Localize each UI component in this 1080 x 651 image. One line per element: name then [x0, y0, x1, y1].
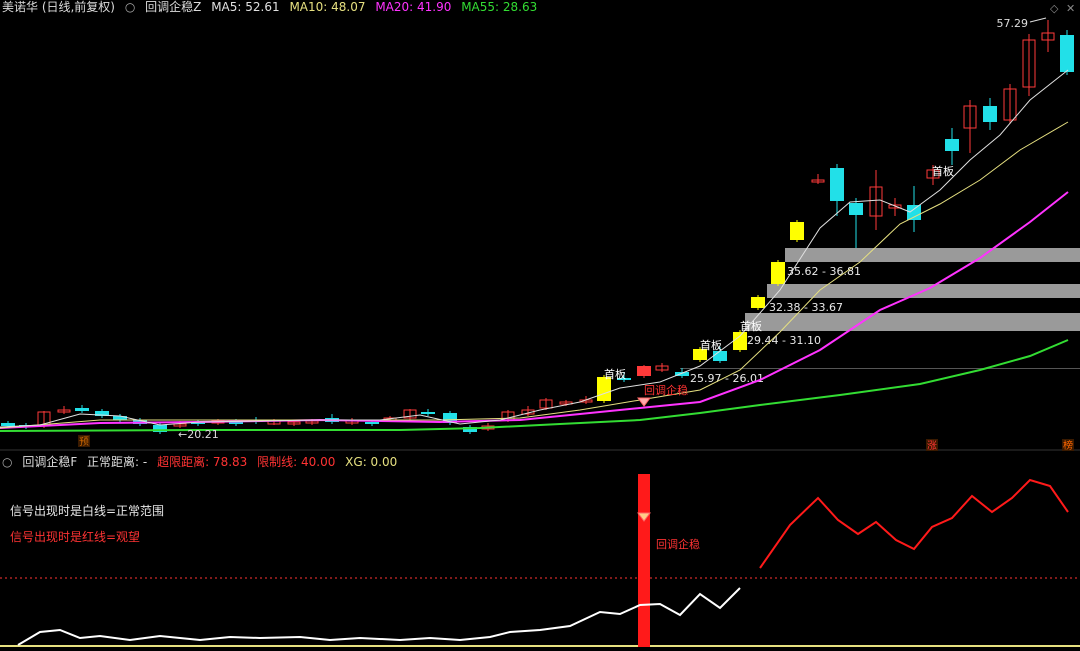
candle-body: [790, 222, 804, 240]
indicator-name[interactable]: 回调企稳Z: [145, 0, 201, 14]
lower-indicator-layer: 回调企稳: [0, 474, 1080, 647]
signal-label: 回调企稳: [644, 383, 688, 397]
candle-body: [421, 412, 435, 414]
ma-layer: 57.29←20.21首板首板首板首板回调企稳预涨榜: [0, 17, 1074, 452]
ma55-line: [0, 339, 1069, 432]
white-line-note: 信号出现时是白线=正常范围: [10, 504, 165, 518]
over-distance-line: [759, 478, 1069, 569]
normal-distance-line: [17, 587, 741, 646]
first-board-label: 首板: [604, 367, 626, 381]
stock-title[interactable]: 美诺华 (日线,前复权): [2, 0, 115, 14]
high-arrow: [1029, 17, 1047, 23]
candle-body: [751, 297, 765, 308]
first-board-label: 首板: [700, 338, 722, 352]
candle-body: [830, 168, 844, 201]
ma5-value: MA5: 52.61: [211, 0, 280, 14]
bottom-marker: 榜: [1063, 439, 1073, 452]
candle-body: [1060, 35, 1074, 72]
ma10-line: [0, 121, 1069, 429]
normal-distance: 正常距离: -: [87, 455, 148, 469]
lower-indicator-name[interactable]: 回调企稳F: [22, 455, 77, 469]
close-icon[interactable]: ✕: [1066, 2, 1075, 15]
candle-body: [733, 332, 747, 350]
zone-label: 29.44 - 31.10: [747, 334, 821, 347]
red-line-note: 信号出现时是红线=观望: [10, 530, 141, 544]
high-price-label: 57.29: [997, 17, 1029, 30]
zone-label: 35.62 - 36.81: [787, 265, 861, 278]
lower-signal-label: 回调企稳: [656, 537, 700, 551]
resistance-zone: [785, 248, 1080, 262]
zone-label: 32.38 - 33.67: [769, 301, 843, 314]
bottom-marker: 预: [79, 436, 89, 448]
candle-body: [771, 262, 785, 284]
kline-chart[interactable]: 35.62 - 36.8132.38 - 33.6729.44 - 31.102…: [0, 0, 1080, 647]
resistance-zone: [680, 368, 1080, 369]
diamond-icon[interactable]: ◇: [1050, 2, 1058, 15]
candle-body: [907, 205, 921, 220]
menu-circle-icon[interactable]: ○: [125, 0, 135, 14]
signal-marker-icon: [637, 397, 651, 407]
over-distance: 超限距离: 78.83: [157, 455, 248, 469]
lower-circle-icon[interactable]: ○: [2, 455, 12, 469]
candle-body: [983, 106, 997, 122]
chart-stage[interactable]: 35.62 - 36.81 32.38 - 33.67 29.44 - 31.10 2…: [0, 0, 1080, 647]
first-board-label: 首板: [932, 164, 954, 178]
ma20-value: MA20: 41.90: [375, 0, 452, 14]
ma55-value: MA55: 28.63: [461, 0, 538, 14]
candle-body: [849, 203, 863, 215]
candle-body: [365, 422, 379, 424]
lower-header: ○ 回调企稳F 正常距离: - 超限距离: 78.83 限制线: 40.00 X…: [2, 455, 403, 469]
candle-body: [945, 139, 959, 151]
candle-body: [637, 366, 651, 376]
candle-body: [1, 423, 15, 426]
ma10-value: MA10: 48.07: [289, 0, 366, 14]
first-board-label: 首板: [740, 319, 762, 333]
limit-line-value: 限制线: 40.00: [257, 455, 336, 469]
low-price-label: ←20.21: [178, 428, 219, 441]
chart-header: 美诺华 (日线,前复权) ○ 回调企稳Z MA5: 52.61 MA10: 48…: [2, 0, 543, 14]
xg-value: XG: 0.00: [345, 455, 398, 469]
bottom-marker: 涨: [927, 440, 937, 452]
candle-body: [713, 351, 727, 361]
candle-layer: [1, 20, 1074, 434]
signal-bar: [638, 474, 650, 647]
candle-body: [75, 408, 89, 411]
ma20-line: [0, 191, 1069, 429]
